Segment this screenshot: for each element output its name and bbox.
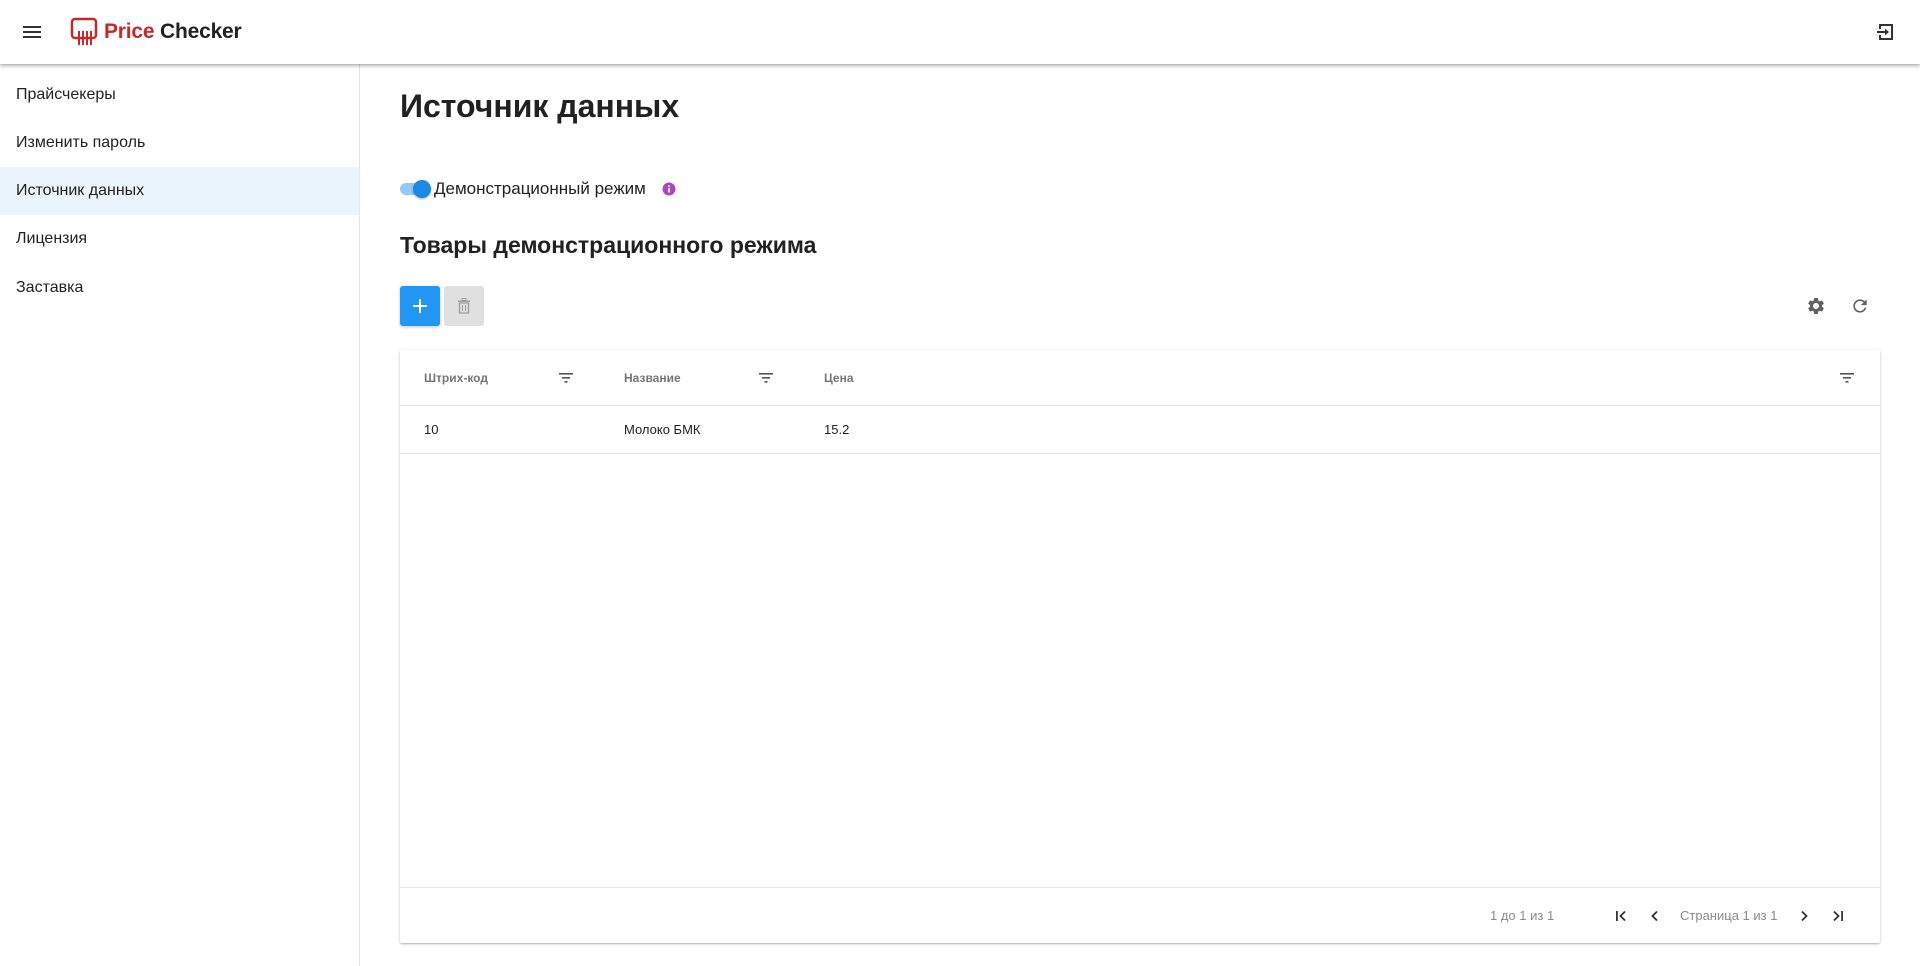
barcode-filter-icon[interactable] (558, 370, 574, 386)
add-button[interactable] (400, 286, 440, 326)
switch-thumb (413, 180, 431, 198)
grid-pagination: 1 до 1 из 1 Страница 1 из 1 (400, 887, 1880, 943)
refresh-button[interactable] (1846, 292, 1874, 320)
app-logo[interactable]: Price Checker (70, 16, 242, 48)
first-page-icon (1616, 910, 1626, 922)
sidebar-item-screensaver[interactable]: Заставка (0, 264, 359, 312)
products-grid: Штрих-код Название Цена 10 Молоко БМК 15… (400, 350, 1880, 943)
pagination-summary: 1 до 1 из 1 (1490, 908, 1555, 923)
demo-mode-switch[interactable] (400, 180, 431, 198)
pagination-page-label: Страница 1 из 1 (1680, 908, 1778, 923)
demo-mode-row: Демонстрационный режим (400, 177, 676, 201)
settings-button[interactable] (1802, 292, 1830, 320)
trash-icon (458, 298, 470, 314)
plus-icon (413, 299, 427, 313)
demo-mode-label: Демонстрационный режим (434, 179, 646, 198)
price-checker-logo-icon (70, 17, 98, 45)
price-filter-icon[interactable] (1839, 370, 1855, 386)
cell-name: Молоко БМК (624, 422, 701, 437)
sidebar-item-change-password[interactable]: Изменить пароль (0, 119, 359, 167)
hamburger-menu-icon (23, 26, 41, 38)
name-filter-icon[interactable] (758, 370, 774, 386)
next-page-button[interactable] (1792, 904, 1816, 928)
app-bar: Price Checker (0, 0, 1920, 64)
table-row[interactable]: 10 Молоко БМК 15.2 (400, 406, 1880, 454)
sidebar-item-license[interactable]: Лицензия (0, 215, 359, 263)
brand-name: Price Checker (104, 20, 242, 44)
sidebar-item-data-source[interactable]: Источник данных (0, 167, 359, 215)
grid-header: Штрих-код Название Цена (400, 350, 1880, 406)
logout-button[interactable] (1868, 14, 1904, 50)
refresh-icon (1853, 299, 1867, 313)
section-title: Товары демонстрационного режима (400, 232, 817, 258)
menu-button[interactable] (14, 14, 50, 50)
chevron-left-icon (1651, 910, 1658, 922)
sidebar: Прайсчекеры Изменить пароль Источник дан… (0, 64, 360, 966)
cell-barcode: 10 (424, 422, 439, 437)
sidebar-item-pricecheckers[interactable]: Прайсчекеры (0, 71, 359, 119)
delete-button[interactable] (444, 286, 484, 326)
previous-page-button[interactable] (1643, 904, 1667, 928)
logout-icon (1877, 24, 1893, 40)
first-page-button[interactable] (1609, 904, 1633, 928)
chevron-right-icon (1801, 910, 1808, 922)
gear-icon (1808, 298, 1824, 314)
last-page-button[interactable] (1826, 904, 1850, 928)
last-page-icon (1833, 910, 1843, 922)
brand-name-checker: Checker (160, 20, 242, 43)
page-title: Источник данных (400, 88, 680, 124)
column-header-name[interactable]: Название (624, 350, 681, 406)
column-header-price[interactable]: Цена (824, 350, 854, 406)
info-icon[interactable] (662, 182, 676, 196)
cell-price: 15.2 (824, 422, 850, 437)
brand-name-price: Price (104, 20, 155, 43)
column-header-barcode[interactable]: Штрих-код (424, 350, 488, 406)
